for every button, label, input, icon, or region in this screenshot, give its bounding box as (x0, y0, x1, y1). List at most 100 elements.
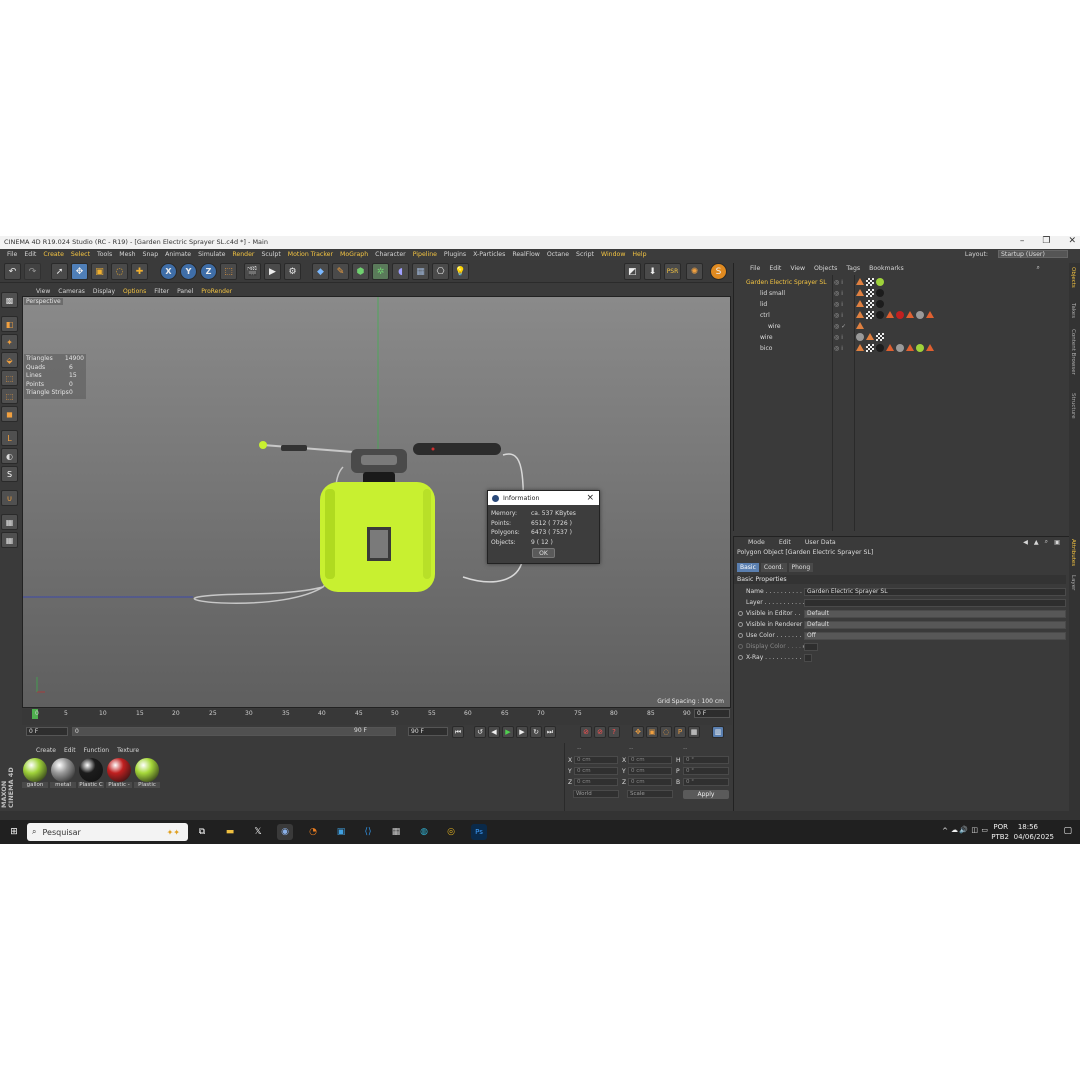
material-plastic-green[interactable]: Plastic (134, 758, 160, 792)
coordinate-system-icon[interactable]: ⬚ (220, 263, 237, 280)
autokey-icon[interactable]: ⊘ (594, 726, 606, 738)
transform-icon[interactable]: ✚ (131, 263, 148, 280)
layout-select[interactable]: Startup (User) (998, 250, 1068, 258)
chrome-icon[interactable]: ◎ (443, 824, 459, 840)
vp-menu-display[interactable]: Display (93, 288, 115, 295)
menu-realflow[interactable]: RealFlow (512, 251, 539, 258)
minimize-button[interactable]: – (1020, 236, 1025, 246)
battery-icon[interactable]: ▭ (981, 826, 988, 834)
volume-icon[interactable]: 🔊 (959, 826, 968, 834)
lock-icon[interactable]: ▣ (1054, 539, 1060, 546)
y-axis-icon[interactable]: Y (180, 263, 197, 280)
position-key-icon[interactable]: ✥ (632, 726, 644, 738)
menu-script[interactable]: Script (576, 251, 594, 258)
scale-key-icon[interactable]: ▣ (646, 726, 658, 738)
rotate-icon[interactable]: ◌ (111, 263, 128, 280)
enable-axis-icon[interactable]: L (1, 430, 18, 446)
edge-icon[interactable]: ◍ (416, 824, 432, 840)
rotation-key-icon[interactable]: ◌ (660, 726, 672, 738)
menu-select[interactable]: Select (71, 251, 90, 258)
subdivision-icon[interactable]: ⬢ (352, 263, 369, 280)
undo-icon[interactable]: ↶ (4, 263, 21, 280)
rot-p-field[interactable]: 0 ° (683, 767, 729, 775)
menu-file[interactable]: File (7, 251, 17, 258)
menu-mograph[interactable]: MoGraph (340, 251, 368, 258)
current-frame-field[interactable]: 0 F (694, 709, 730, 718)
menu-create[interactable]: Create (43, 251, 64, 258)
rot-h-field[interactable]: 0 ° (683, 756, 729, 764)
prev-frame-icon[interactable]: ◀ (488, 726, 500, 738)
maximize-button[interactable]: ❐ (1042, 236, 1050, 246)
obj-menu-bookmarks[interactable]: Bookmarks (869, 265, 904, 272)
obj-menu-objects[interactable]: Objects (814, 265, 837, 272)
script-icon[interactable]: S (710, 263, 727, 280)
dock-tab-objects[interactable]: Objects (1070, 267, 1076, 288)
menu-simulate[interactable]: Simulate (198, 251, 225, 258)
ok-button[interactable]: OK (532, 548, 555, 558)
cube-icon[interactable]: ◆ (312, 263, 329, 280)
go-to-end-icon[interactable]: ⏭ (544, 726, 556, 738)
menu-motion-tracker[interactable]: Motion Tracker (288, 251, 333, 258)
dock-tab-takes[interactable]: Takes (1070, 303, 1076, 318)
up-arrow-icon[interactable]: ▲ (1034, 539, 1039, 546)
dock-tab-structure[interactable]: Structure (1070, 393, 1076, 419)
size-z-field[interactable]: 0 cm (628, 778, 672, 786)
obj-menu-view[interactable]: View (790, 265, 805, 272)
display-color-swatch[interactable] (804, 643, 818, 651)
vp-menu-panel[interactable]: Panel (177, 288, 193, 295)
next-key-icon[interactable]: ↻ (530, 726, 542, 738)
object-row[interactable]: lid small ◎ ⁞ (734, 288, 1070, 299)
store-icon[interactable]: ▣ (333, 824, 349, 840)
menu-animate[interactable]: Animate (165, 251, 191, 258)
camera-icon[interactable]: ⎔ (432, 263, 449, 280)
calculator-icon[interactable]: ▦ (388, 824, 404, 840)
tab-basic[interactable]: Basic (737, 563, 759, 572)
move-icon[interactable]: ✥ (71, 263, 88, 280)
end-frame-field[interactable]: 90 F (408, 727, 448, 736)
psr-icon[interactable]: PSR (664, 263, 681, 280)
pos-x-field[interactable]: 0 cm (574, 756, 618, 764)
attr-menu-edit[interactable]: Edit (779, 539, 791, 546)
edges-mode-icon[interactable]: ⬚ (1, 388, 18, 404)
pen-icon[interactable]: ✎ (332, 263, 349, 280)
menu-x-particles[interactable]: X-Particles (473, 251, 505, 258)
xray-checkbox[interactable] (804, 654, 812, 662)
visible-in-editor-select[interactable]: Default (804, 610, 1066, 618)
object-row[interactable]: Garden Electric Sprayer SL ◎ ⁞ (734, 277, 1070, 288)
object-row[interactable]: wire ◎ ⁞ (734, 332, 1070, 343)
search-icon[interactable]: ⌕ (1037, 264, 1040, 272)
dock-tab-attributes[interactable]: Attributes (1070, 539, 1076, 566)
obj-menu-tags[interactable]: Tags (846, 265, 860, 272)
floor-icon[interactable]: ▦ (412, 263, 429, 280)
pos-z-field[interactable]: 0 cm (574, 778, 618, 786)
next-frame-icon[interactable]: ▶ (516, 726, 528, 738)
deformer-icon[interactable]: ◖ (392, 263, 409, 280)
keyframe-selection-icon[interactable]: ? (608, 726, 620, 738)
render-settings-icon[interactable]: ⚙ (284, 263, 301, 280)
cloud-icon[interactable]: ☁ (951, 826, 958, 834)
cinema4d-app-icon[interactable]: ◉ (277, 824, 293, 840)
tab-coord[interactable]: Coord. (760, 563, 787, 572)
size-y-field[interactable]: 0 cm (628, 767, 672, 775)
clock-time[interactable]: 18:56 (1018, 823, 1038, 831)
pla-key-icon[interactable]: ▦ (688, 726, 700, 738)
file-explorer-icon[interactable]: ▬ (222, 824, 238, 840)
play-icon[interactable]: ▶ (502, 726, 514, 738)
blender-icon[interactable]: ◔ (305, 824, 321, 840)
notifications-icon[interactable]: ▢ (1063, 826, 1072, 836)
start-frame-field[interactable]: 0 F (26, 727, 68, 736)
z-axis-icon[interactable]: Z (200, 263, 217, 280)
render-view-icon[interactable]: 🎬 (244, 263, 261, 280)
material-plastic-c[interactable]: Plastic C (78, 758, 104, 792)
menu-sculpt[interactable]: Sculpt (261, 251, 280, 258)
task-view-icon[interactable]: ⧉ (194, 824, 210, 840)
back-arrow-icon[interactable]: ◀ (1023, 539, 1028, 546)
taskbar-search[interactable]: ⌕ Pesquisar ✦✦ (27, 823, 188, 841)
go-to-start-icon[interactable]: ⏮ (452, 726, 464, 738)
frame-range-slider[interactable]: 0 (72, 727, 396, 736)
use-color-select[interactable]: Off (804, 632, 1066, 640)
workplane-lock-icon[interactable]: ▦ (1, 514, 18, 530)
object-row[interactable]: ctrl ◎ ⁞ (734, 310, 1070, 321)
windows-start-icon[interactable]: ⊞ (6, 824, 22, 840)
x-app-icon[interactable]: 𝕏 (250, 824, 266, 840)
